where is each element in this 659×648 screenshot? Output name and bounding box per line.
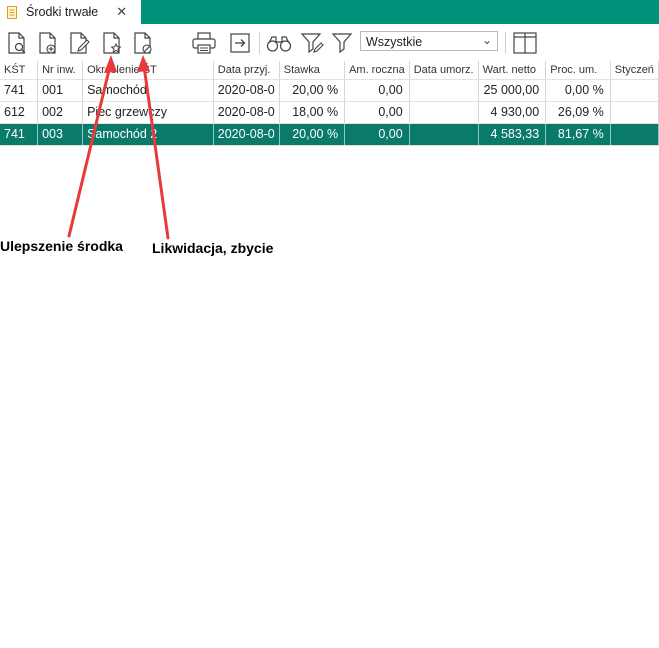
document-icon bbox=[7, 5, 17, 19]
table-row[interactable]: 612 002 Piec grzewczy 2020-08-0 18,00 % … bbox=[0, 101, 659, 124]
toolbar bbox=[0, 24, 659, 61]
document-edit-icon bbox=[70, 32, 90, 54]
table-cell: 25 000,00 bbox=[478, 79, 547, 102]
table-cell: 4 930,00 bbox=[478, 101, 547, 124]
table-cell bbox=[610, 79, 659, 102]
table-cell: 003 bbox=[37, 123, 84, 146]
status-filter-select[interactable]: Wszystkie ⌄ bbox=[360, 31, 498, 51]
column-header[interactable]: Proc. um. bbox=[545, 61, 611, 80]
column-header[interactable]: Nr inw. bbox=[37, 61, 84, 80]
binoculars-icon bbox=[266, 36, 292, 52]
table-cell: 20,00 % bbox=[279, 123, 346, 146]
export-icon bbox=[230, 33, 250, 53]
table-row[interactable]: 741 001 Samochód 2020-08-0 20,00 % 0,00 … bbox=[0, 79, 659, 102]
improve-asset-button[interactable] bbox=[100, 30, 124, 56]
tab-title: Środki trwałe bbox=[26, 5, 99, 19]
table-cell: Samochód bbox=[82, 79, 214, 102]
filter-icon bbox=[331, 33, 353, 54]
document-star-icon bbox=[103, 32, 122, 54]
table-row-selected[interactable]: 741 003 Samochód 2 2020-08-0 20,00 % 0,0… bbox=[0, 123, 659, 146]
filter-edit-icon bbox=[300, 33, 324, 54]
table-cell: Piec grzewczy bbox=[82, 101, 214, 124]
column-header[interactable]: Styczeń bbox=[610, 61, 659, 80]
annotation-improve-label: Ulepszenie środka bbox=[0, 238, 123, 254]
table-cell: 26,09 % bbox=[545, 101, 611, 124]
table-cell bbox=[610, 123, 659, 146]
search-button[interactable] bbox=[265, 30, 293, 56]
add-document-button[interactable] bbox=[36, 30, 60, 56]
liquidate-asset-button[interactable] bbox=[131, 30, 155, 56]
annotation-liquidate-label: Likwidacja, zbycie bbox=[152, 240, 274, 256]
tab-srodki-trwale[interactable]: Środki trwałe ✕ bbox=[0, 0, 141, 24]
table-cell: 2020-08-0 bbox=[213, 123, 280, 146]
column-header[interactable]: Określenie ŚT bbox=[82, 61, 214, 80]
column-header[interactable]: Stawka bbox=[279, 61, 346, 80]
table-cell: 81,67 % bbox=[545, 123, 611, 146]
export-button[interactable] bbox=[228, 30, 252, 56]
table-header: KŚT Nr inw. Określenie ŚT Data przyj. St… bbox=[0, 61, 659, 80]
table-cell: 612 bbox=[0, 101, 39, 124]
print-button[interactable] bbox=[190, 30, 218, 56]
document-search-icon bbox=[8, 32, 26, 54]
table-cell: 2020-08-0 bbox=[213, 101, 280, 124]
column-header[interactable]: Wart. netto bbox=[478, 61, 547, 80]
table-cell: 0,00 bbox=[344, 101, 410, 124]
column-header[interactable]: Data przyj. bbox=[213, 61, 280, 80]
table-cell: Samochód 2 bbox=[82, 123, 214, 146]
table-cell: 0,00 bbox=[344, 123, 410, 146]
status-filter-value: Wszystkie bbox=[366, 35, 423, 49]
document-add-icon bbox=[39, 32, 56, 54]
column-header[interactable]: KŚT bbox=[0, 61, 39, 80]
table-cell bbox=[409, 101, 479, 124]
table-cell: 4 583,33 bbox=[478, 123, 547, 146]
table-cell bbox=[610, 101, 659, 124]
table-cell: 0,00 bbox=[344, 79, 410, 102]
table-cell: 0,00 % bbox=[545, 79, 611, 102]
table-cell: 20,00 % bbox=[279, 79, 346, 102]
advanced-filter-button[interactable] bbox=[300, 30, 324, 56]
preview-document-button[interactable] bbox=[5, 30, 29, 56]
table-cell: 741 bbox=[0, 79, 39, 102]
columns-icon bbox=[513, 32, 537, 54]
printer-icon bbox=[192, 32, 216, 54]
table-cell: 002 bbox=[37, 101, 84, 124]
assets-table: KŚT Nr inw. Określenie ŚT Data przyj. St… bbox=[0, 61, 659, 146]
toolbar-divider bbox=[259, 32, 260, 54]
toolbar-divider bbox=[505, 32, 506, 54]
document-cancel-icon bbox=[134, 32, 152, 54]
table-cell: 001 bbox=[37, 79, 84, 102]
columns-button[interactable] bbox=[512, 30, 538, 56]
table-cell: 2020-08-0 bbox=[213, 79, 280, 102]
chevron-down-icon: ⌄ bbox=[481, 33, 492, 47]
table-cell: 741 bbox=[0, 123, 39, 146]
column-header[interactable]: Data umorz. bbox=[409, 61, 479, 80]
table-cell bbox=[409, 79, 479, 102]
table-cell: 18,00 % bbox=[279, 101, 346, 124]
column-header[interactable]: Am. roczna bbox=[344, 61, 410, 80]
close-icon[interactable]: ✕ bbox=[116, 4, 127, 20]
table-cell bbox=[409, 123, 479, 146]
edit-document-button[interactable] bbox=[67, 30, 91, 56]
filter-button[interactable] bbox=[331, 30, 353, 56]
